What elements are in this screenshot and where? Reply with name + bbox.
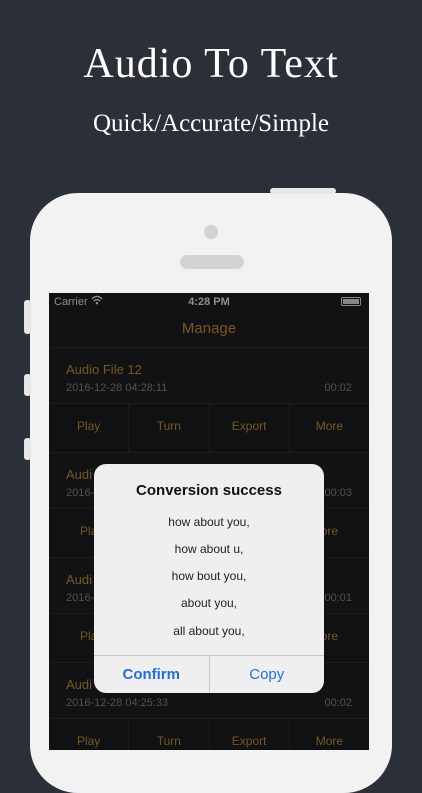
alert-button-row: Confirm Copy bbox=[94, 655, 324, 693]
transcription-line: how about you, bbox=[168, 515, 250, 529]
volume-button-2 bbox=[24, 374, 31, 396]
transcription-line: how about u, bbox=[174, 542, 244, 556]
transcription-line: about you, bbox=[180, 596, 238, 610]
hero-subtitle: Quick/Accurate/Simple bbox=[92, 110, 330, 137]
copy-button[interactable]: Copy bbox=[210, 656, 325, 693]
transcription-line: all about you, bbox=[173, 624, 245, 638]
conversion-alert: Conversion success how about you, how ab… bbox=[94, 464, 324, 693]
transcription-line: how bout you, bbox=[171, 569, 247, 583]
confirm-button[interactable]: Confirm bbox=[94, 656, 210, 693]
hero-title: Audio To Text bbox=[83, 41, 339, 87]
alert-title: Conversion success bbox=[136, 482, 282, 499]
side-button-top bbox=[270, 188, 336, 194]
volume-button-3 bbox=[24, 438, 31, 460]
volume-button-1 bbox=[24, 300, 31, 334]
front-camera bbox=[204, 225, 218, 239]
earpiece-speaker bbox=[180, 255, 244, 269]
